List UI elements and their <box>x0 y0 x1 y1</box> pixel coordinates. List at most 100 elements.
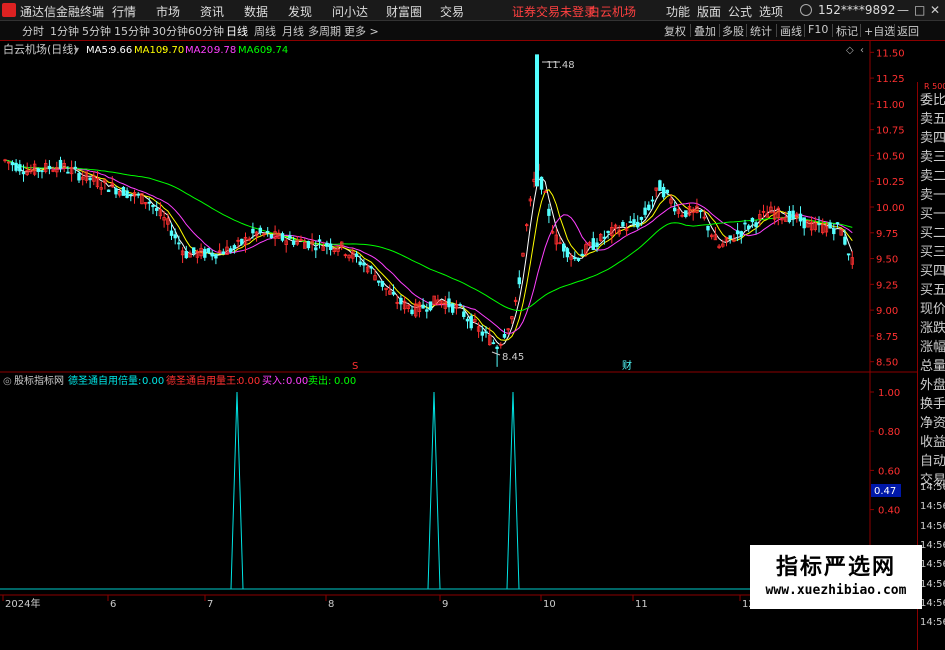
menu-bar: 通达信金融终端 行情 市场 资讯 数据 发现 问小达 财富圈 交易 证券交易未登… <box>0 0 945 21</box>
side-panel-item[interactable]: 14:56 <box>920 579 945 590</box>
side-panel-item[interactable]: 涨跌 <box>920 317 945 336</box>
tab-timeshare[interactable]: 分时 <box>22 23 44 39</box>
side-panel-item[interactable]: 14:56 <box>920 598 945 609</box>
side-panel-item[interactable]: 14:56 <box>920 521 945 532</box>
chart-area[interactable]: 白云机场(日线) ▾ MA5: 9.66 MA10: 9.70 MA20: 9.… <box>0 41 945 650</box>
ma10-value: 9.70 <box>162 45 184 56</box>
tab-5min[interactable]: 5分钟 <box>82 23 111 39</box>
trade-login-alert[interactable]: 证券交易未登录 <box>512 3 596 20</box>
indicator-title: 股标指标网 <box>14 374 64 387</box>
price-tick-label: 8.75 <box>876 332 898 343</box>
indicator-value-2: 0.00 <box>238 376 260 387</box>
f10-button[interactable]: F10 <box>808 23 828 36</box>
side-panel-item[interactable]: 买四 <box>920 260 945 279</box>
indicator-tick-label: 0.40 <box>878 506 900 517</box>
toolbar-divider <box>776 24 777 37</box>
statistics-button[interactable]: 统计 <box>750 23 772 39</box>
menu-discover[interactable]: 发现 <box>288 3 312 20</box>
price-tick-label: 10.00 <box>876 203 905 214</box>
mark-button[interactable]: 标记 <box>836 23 858 39</box>
candle-body <box>747 225 751 230</box>
ma5-label: MA5: <box>86 45 111 56</box>
menu-data[interactable]: 数据 <box>244 3 268 20</box>
tab-monthly[interactable]: 月线 <box>282 23 304 39</box>
side-panel-item[interactable]: 卖一 <box>920 184 945 203</box>
ma10-label: MA10: <box>134 45 166 56</box>
tab-daily[interactable]: 日线 <box>226 23 248 39</box>
candle-body <box>787 210 792 223</box>
add-watchlist-button[interactable]: +自选 <box>864 23 895 39</box>
side-panel-item[interactable]: 14:56 <box>920 540 945 551</box>
candle-body <box>58 159 63 169</box>
candle-body <box>269 234 274 238</box>
time-tick-label: 6 <box>110 599 116 609</box>
side-panel-item[interactable]: 14:56 <box>920 482 945 493</box>
watermark-title: 指标严选网 <box>775 555 896 580</box>
menu-market[interactable]: 市场 <box>156 3 180 20</box>
side-panel-item[interactable]: 现价 <box>920 298 945 317</box>
side-panel-item[interactable]: 14:56 <box>920 617 945 628</box>
indicator-tick-label: 0.80 <box>878 427 900 438</box>
menu-trade[interactable]: 交易 <box>440 3 464 20</box>
candle-body <box>650 199 655 202</box>
candle-body <box>480 331 484 336</box>
side-panel-item[interactable]: 委比 <box>920 89 945 108</box>
side-panel-item[interactable]: 卖三 <box>920 146 945 165</box>
indicator-dropdown-icon[interactable]: ◎ <box>3 376 12 387</box>
side-panel-item[interactable]: 卖四 <box>920 127 945 146</box>
time-tick-label: 9 <box>442 599 448 609</box>
toolbar-divider <box>832 24 833 37</box>
tab-60min[interactable]: 60分钟 <box>188 23 224 39</box>
menu-quotes[interactable]: 行情 <box>112 3 136 20</box>
menu-news[interactable]: 资讯 <box>200 3 224 20</box>
side-panel-item[interactable]: 总量 <box>920 355 945 374</box>
side-panel-item[interactable]: 自动 <box>920 450 945 469</box>
close-icon[interactable]: ✕ <box>930 3 940 17</box>
side-panel-item[interactable]: 14:56 <box>920 559 945 570</box>
side-panel-item[interactable]: 卖二 <box>920 165 945 184</box>
side-panel-item[interactable]: 买一 <box>920 203 945 222</box>
signal-marker-s: S <box>352 361 358 372</box>
candle-body <box>358 261 362 265</box>
side-panel-item[interactable]: 买二 <box>920 222 945 241</box>
tab-multi-period[interactable]: 多周期 <box>308 23 341 39</box>
tab-weekly[interactable]: 周线 <box>254 23 276 39</box>
user-icon[interactable] <box>800 4 812 16</box>
candle-body <box>399 297 403 305</box>
menu-ask[interactable]: 问小达 <box>332 3 368 20</box>
side-panel-item[interactable]: 收益 <box>920 431 945 450</box>
kline-chart[interactable]: 白云机场(日线) ▾ MA5: 9.66 MA10: 9.70 MA20: 9.… <box>0 41 917 610</box>
tab-more[interactable]: 更多 > <box>344 23 379 39</box>
adjust-button[interactable]: 复权 <box>664 23 686 39</box>
menu-options[interactable]: 选项 <box>759 3 783 20</box>
candle-body <box>580 253 584 257</box>
draw-line-button[interactable]: 画线 <box>780 23 802 39</box>
menu-function[interactable]: 功能 <box>666 3 690 20</box>
candle-body <box>325 242 329 247</box>
menu-wealth[interactable]: 财富圈 <box>386 3 422 20</box>
back-button[interactable]: 返回 <box>897 23 919 39</box>
collapse-icon[interactable]: ‹ <box>860 45 864 56</box>
menu-formula[interactable]: 公式 <box>728 3 752 20</box>
tab-30min[interactable]: 30分钟 <box>152 23 188 39</box>
overlay-button[interactable]: 叠加 <box>694 23 716 39</box>
minimize-icon[interactable]: — <box>897 3 909 17</box>
dropdown-icon[interactable]: ▾ <box>74 45 79 56</box>
user-account[interactable]: 152****9892 <box>818 3 895 17</box>
side-panel-item[interactable]: 买五 <box>920 279 945 298</box>
tab-1min[interactable]: 1分钟 <box>50 23 79 39</box>
maximize-icon[interactable]: □ <box>914 3 925 17</box>
side-panel-item[interactable]: 涨幅 <box>920 336 945 355</box>
side-panel-item[interactable]: 14:56 <box>920 501 945 512</box>
side-panel-item[interactable]: 净资 <box>920 412 945 431</box>
tab-15min[interactable]: 15分钟 <box>114 23 150 39</box>
candle-body <box>21 171 26 175</box>
side-panel-item[interactable]: 卖五 <box>920 108 945 127</box>
side-panel-item[interactable]: 外盘 <box>920 374 945 393</box>
side-panel-item[interactable]: 买三 <box>920 241 945 260</box>
menu-layout[interactable]: 版面 <box>697 3 721 20</box>
side-panel-item[interactable]: 换手 <box>920 393 945 412</box>
indicator-label-1: 德圣通自用倍量: <box>68 374 141 387</box>
diamond-icon[interactable]: ◇ <box>846 45 854 56</box>
multi-stock-button[interactable]: 多股 <box>722 23 744 39</box>
